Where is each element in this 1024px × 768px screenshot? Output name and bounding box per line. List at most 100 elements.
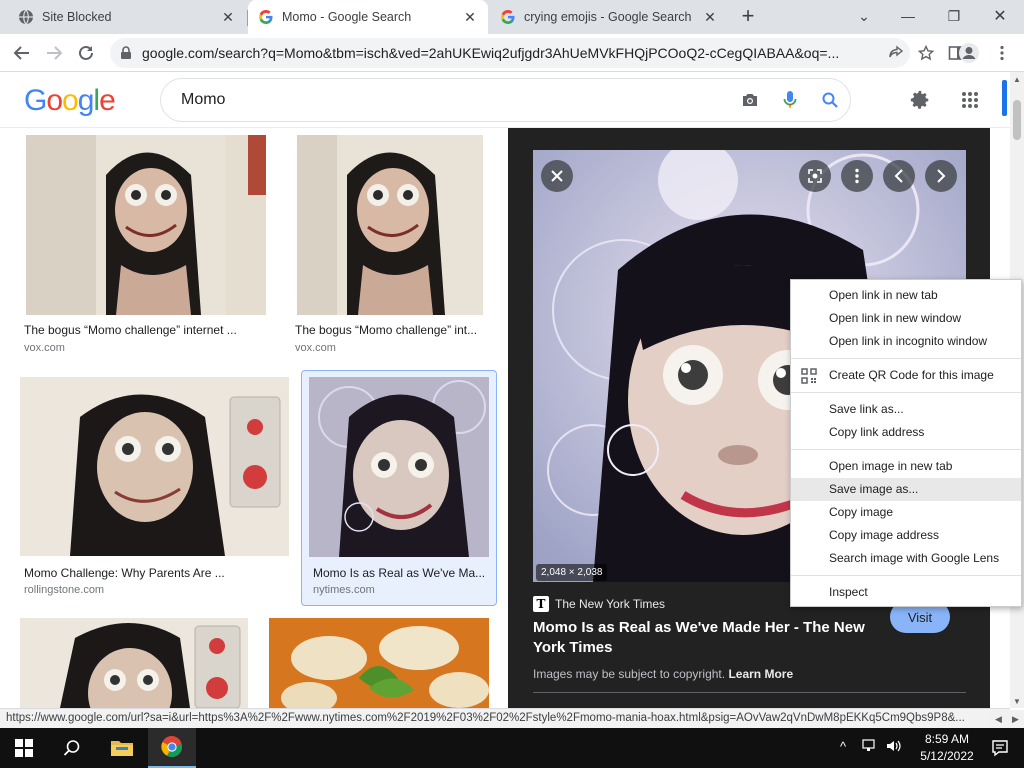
google-logo[interactable]: Google bbox=[24, 84, 116, 118]
share-button[interactable] bbox=[882, 39, 910, 67]
preview-title[interactable]: Momo Is as Real as We've Made Her - The … bbox=[533, 618, 893, 658]
menu-item-open-link-new-tab[interactable]: Open link in new tab bbox=[791, 284, 1021, 307]
scroll-down-arrow-icon[interactable]: ▼ bbox=[1010, 694, 1024, 708]
address-bar[interactable]: google.com/search?q=Momo&tbm=isch&ved=2a… bbox=[110, 38, 910, 68]
file-explorer-button[interactable] bbox=[98, 728, 146, 768]
volume-icon[interactable] bbox=[886, 739, 902, 756]
tab-strip: Site Blocked ✕ Momo - Google Search ✕ cr… bbox=[0, 0, 1024, 34]
chrome-taskbar-button[interactable] bbox=[148, 728, 196, 768]
settings-gear-icon[interactable] bbox=[906, 86, 934, 114]
menu-item-copy-image[interactable]: Copy image bbox=[791, 501, 1021, 524]
image-result-card[interactable]: Momo Challenge: Why Parents Are ... roll… bbox=[16, 372, 292, 600]
kebab-menu-icon bbox=[855, 168, 859, 184]
close-preview-button[interactable] bbox=[541, 160, 573, 192]
menu-item-copy-link-address[interactable]: Copy link address bbox=[791, 421, 1021, 444]
close-icon bbox=[551, 170, 563, 182]
image-result-card-selected[interactable]: Momo Is as Real as We've Ma... nytimes.c… bbox=[301, 370, 497, 606]
result-source: nytimes.com bbox=[313, 584, 375, 596]
url-text: google.com/search?q=Momo&tbm=isch&ved=2a… bbox=[142, 45, 840, 61]
menu-item-search-google-lens[interactable]: Search image with Google Lens bbox=[791, 547, 1021, 570]
result-title[interactable]: The bogus “Momo challenge” internet ... bbox=[24, 323, 268, 337]
next-image-button[interactable] bbox=[925, 160, 957, 192]
result-thumbnail[interactable] bbox=[26, 135, 266, 315]
image-result-card[interactable]: The bogus “Momo challenge” int... vox.co… bbox=[291, 132, 491, 360]
image-result-card[interactable] bbox=[20, 618, 248, 708]
more-options-button[interactable] bbox=[841, 160, 873, 192]
preview-source[interactable]: T The New York Times bbox=[533, 596, 665, 612]
tab-site-blocked[interactable]: Site Blocked ✕ bbox=[8, 0, 246, 34]
result-source: vox.com bbox=[24, 342, 65, 354]
profile-button[interactable] bbox=[955, 39, 983, 67]
restore-button[interactable]: ❐ bbox=[932, 0, 976, 32]
tab-search-chevron-icon[interactable]: ⌄ bbox=[842, 0, 886, 32]
show-hidden-icons-chevron-icon[interactable]: ^ bbox=[840, 739, 846, 754]
search-icon[interactable] bbox=[810, 80, 850, 120]
clock-date: 5/12/2022 bbox=[920, 749, 974, 763]
close-window-button[interactable]: ✕ bbox=[978, 0, 1022, 32]
tab-crying-emojis[interactable]: crying emojis - Google Search ✕ bbox=[490, 0, 728, 34]
camera-icon[interactable] bbox=[730, 80, 770, 120]
result-thumbnail[interactable] bbox=[269, 618, 489, 708]
menu-item-copy-image-address[interactable]: Copy image address bbox=[791, 524, 1021, 547]
result-title[interactable]: Momo Is as Real as We've Ma... bbox=[313, 566, 493, 580]
tab-title: crying emojis - Google Search bbox=[524, 10, 692, 24]
previous-image-button[interactable] bbox=[883, 160, 915, 192]
close-tab-icon[interactable]: ✕ bbox=[462, 9, 478, 25]
scrollbar-thumb[interactable] bbox=[1013, 100, 1021, 140]
result-source: rollingstone.com bbox=[24, 584, 105, 596]
context-menu: Open link in new tab Open link in new wi… bbox=[790, 279, 1022, 607]
copyright-text: Images may be subject to copyright. bbox=[533, 667, 726, 681]
scroll-up-arrow-icon[interactable]: ▲ bbox=[1010, 72, 1024, 86]
menu-item-open-link-incognito[interactable]: Open link in incognito window bbox=[791, 330, 1021, 353]
result-source: vox.com bbox=[295, 342, 336, 354]
network-icon[interactable] bbox=[862, 739, 878, 756]
result-thumbnail[interactable] bbox=[309, 377, 489, 557]
forward-button[interactable] bbox=[40, 39, 68, 67]
learn-more-link[interactable]: Learn More bbox=[728, 667, 793, 681]
search-box[interactable]: Momo bbox=[160, 78, 851, 122]
tab-title: Momo - Google Search bbox=[282, 10, 412, 24]
google-lens-button[interactable] bbox=[799, 160, 831, 192]
image-results-grid: The bogus “Momo challenge” internet ... … bbox=[0, 128, 508, 708]
menu-separator bbox=[791, 575, 1021, 576]
notifications-button[interactable] bbox=[976, 728, 1024, 768]
close-tab-icon[interactable]: ✕ bbox=[220, 9, 236, 25]
tab-momo-search[interactable]: Momo - Google Search ✕ bbox=[248, 0, 488, 34]
horizontal-scrollbar[interactable]: ◀ ▶ bbox=[990, 710, 1024, 728]
menu-item-open-link-new-window[interactable]: Open link in new window bbox=[791, 307, 1021, 330]
new-tab-button[interactable]: + bbox=[736, 5, 760, 29]
chevron-left-icon bbox=[894, 169, 903, 183]
sign-in-button-edge[interactable] bbox=[1002, 80, 1007, 116]
taskbar-clock[interactable]: 8:59 AM 5/12/2022 bbox=[912, 731, 982, 765]
image-result-card[interactable]: The bogus “Momo challenge” internet ... … bbox=[20, 132, 272, 360]
image-result-card[interactable] bbox=[269, 618, 489, 708]
result-thumbnail[interactable] bbox=[20, 618, 248, 708]
start-button[interactable] bbox=[0, 728, 48, 768]
chrome-icon bbox=[161, 736, 182, 758]
tab-title: Site Blocked bbox=[42, 10, 112, 24]
menu-item-save-image-as[interactable]: Save image as... bbox=[791, 478, 1021, 501]
search-input[interactable]: Momo bbox=[181, 91, 730, 109]
result-title[interactable]: Momo Challenge: Why Parents Are ... bbox=[24, 566, 286, 580]
taskbar-search-button[interactable] bbox=[48, 728, 96, 768]
result-title[interactable]: The bogus “Momo challenge” int... bbox=[295, 323, 487, 337]
microphone-icon[interactable] bbox=[770, 80, 810, 120]
reload-button[interactable] bbox=[72, 39, 100, 67]
close-tab-icon[interactable]: ✕ bbox=[702, 9, 718, 25]
back-button[interactable] bbox=[8, 39, 36, 67]
menu-item-create-qr-code[interactable]: Create QR Code for this image bbox=[791, 364, 1021, 387]
apps-grid-icon[interactable] bbox=[956, 86, 984, 114]
scroll-right-arrow-icon[interactable]: ▶ bbox=[1012, 714, 1019, 725]
divider bbox=[533, 692, 966, 693]
menu-item-open-image-new-tab[interactable]: Open image in new tab bbox=[791, 455, 1021, 478]
scroll-left-arrow-icon[interactable]: ◀ bbox=[995, 714, 1002, 725]
menu-item-inspect[interactable]: Inspect bbox=[791, 581, 1021, 604]
chrome-menu-button[interactable] bbox=[988, 39, 1016, 67]
result-thumbnail[interactable] bbox=[20, 377, 289, 556]
google-favicon-icon bbox=[500, 9, 516, 25]
result-thumbnail[interactable] bbox=[297, 135, 483, 315]
minimize-button[interactable]: — bbox=[886, 0, 930, 32]
link-status-bar: https://www.google.com/url?sa=i&url=http… bbox=[0, 708, 1010, 728]
menu-item-save-link-as[interactable]: Save link as... bbox=[791, 398, 1021, 421]
menu-separator bbox=[791, 358, 1021, 359]
